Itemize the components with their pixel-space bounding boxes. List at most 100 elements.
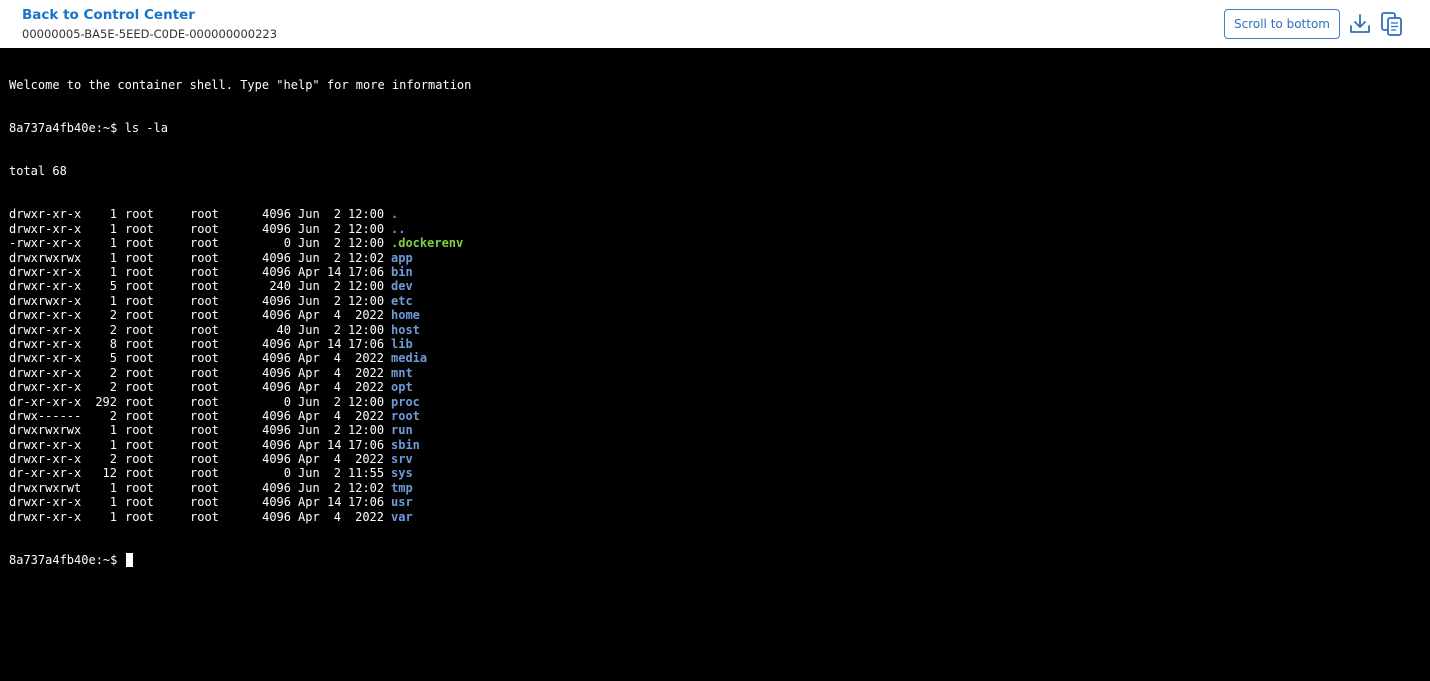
- entry-owner: root: [125, 279, 154, 294]
- entry-owner: root: [125, 236, 154, 251]
- entry-links: 1: [109, 495, 117, 510]
- entry-size: 4096: [262, 423, 291, 438]
- entry-time: 17:06: [348, 264, 385, 279]
- total-line: total 68: [9, 164, 67, 179]
- entry-time: 12:00: [348, 207, 385, 222]
- entry-size: 4096: [262, 509, 291, 524]
- entry-owner: root: [125, 322, 154, 337]
- entry-name: proc: [391, 394, 420, 409]
- entry-size: 4096: [262, 365, 291, 380]
- entry-owner: root: [125, 250, 154, 265]
- entry-permissions: -rwxr-xr-x: [9, 236, 82, 251]
- entry-group: root: [190, 408, 219, 423]
- entry-time: 2022: [355, 308, 384, 323]
- entry-owner: root: [125, 207, 154, 222]
- entry-links: 2: [109, 452, 117, 467]
- entry-time: 12:00: [348, 394, 385, 409]
- entry-name: host: [391, 322, 420, 337]
- entry-group: root: [190, 293, 219, 308]
- top-bar: Back to Control Center 00000005-BA5E-5EE…: [0, 0, 1430, 48]
- entry-month: Apr: [298, 264, 320, 279]
- entry-size: 40: [276, 322, 291, 337]
- scroll-to-bottom-button[interactable]: Scroll to bottom: [1224, 9, 1340, 39]
- entry-owner: root: [125, 380, 154, 395]
- entry-day: 14: [327, 437, 342, 452]
- entry-time: 2022: [355, 509, 384, 524]
- entry-links: 2: [109, 322, 117, 337]
- entry-links: 5: [109, 351, 117, 366]
- entry-month: Jun: [298, 480, 320, 495]
- entry-permissions: dr-xr-xr-x: [9, 466, 82, 481]
- entry-size: 4096: [262, 351, 291, 366]
- entry-permissions: drwxr-xr-x: [9, 207, 82, 222]
- entry-time: 12:00: [348, 221, 385, 236]
- entry-group: root: [190, 336, 219, 351]
- entry-group: root: [190, 236, 219, 251]
- entry-time: 2022: [355, 351, 384, 366]
- entry-day: 2: [333, 480, 341, 495]
- entry-month: Apr: [298, 437, 320, 452]
- entry-name: dev: [391, 279, 413, 294]
- entry-day: 14: [327, 336, 342, 351]
- entry-day: 2: [333, 207, 341, 222]
- entry-owner: root: [125, 466, 154, 481]
- entry-size: 4096: [262, 308, 291, 323]
- listing-row: drwxr-xr-x 5 root root 240 Jun 2 12:00 dev: [9, 279, 1430, 293]
- entry-day: 4: [333, 408, 341, 423]
- entry-month: Apr: [298, 408, 320, 423]
- entry-size: 4096: [262, 437, 291, 452]
- entry-permissions: drwxr-xr-x: [9, 308, 82, 323]
- entry-time: 12:00: [348, 423, 385, 438]
- entry-links: 1: [109, 221, 117, 236]
- terminal-output[interactable]: Welcome to the container shell. Type "he…: [0, 48, 1430, 681]
- entry-day: 4: [333, 509, 341, 524]
- directory-listing: drwxr-xr-x 1 root root 4096 Jun 2 12:00. drwxr-x…: [9, 207, 1430, 524]
- listing-row: dr-xr-xr-x 292 root root 0 Jun 2 12:00 proc: [9, 395, 1430, 409]
- download-button[interactable]: [1346, 10, 1374, 38]
- entry-group: root: [190, 322, 219, 337]
- entry-day: 4: [333, 365, 341, 380]
- prompt-line[interactable]: 8a737a4fb40e:~$: [9, 552, 1430, 567]
- back-to-control-center-link[interactable]: Back to Control Center: [22, 7, 195, 23]
- entry-links: 2: [109, 308, 117, 323]
- listing-row: drwxr-xr-x 1 root root 4096 Jun 2 12:00..: [9, 222, 1430, 236]
- entry-month: Jun: [298, 207, 320, 222]
- entry-name: ..: [391, 221, 406, 236]
- entry-name: sbin: [391, 437, 420, 452]
- entry-day: 4: [333, 308, 341, 323]
- entry-name: mnt: [391, 365, 413, 380]
- entry-group: root: [190, 250, 219, 265]
- listing-row: drwxrwxrwt 1 root root 4096 Jun 2 12:02 tmp: [9, 481, 1430, 495]
- entry-month: Jun: [298, 394, 320, 409]
- entry-size: 4096: [262, 408, 291, 423]
- entry-month: Jun: [298, 250, 320, 265]
- entry-name: usr: [391, 495, 413, 510]
- entry-permissions: drwxr-xr-x: [9, 380, 82, 395]
- entry-group: root: [190, 365, 219, 380]
- entry-permissions: drwxrwxrwt: [9, 480, 82, 495]
- entry-day: 2: [333, 322, 341, 337]
- entry-owner: root: [125, 452, 154, 467]
- entry-name: media: [391, 351, 428, 366]
- entry-links: 292: [95, 394, 117, 409]
- listing-row: drwxr-xr-x 8 root root 4096 Apr 14 17:06 lib: [9, 337, 1430, 351]
- entry-name: etc: [391, 293, 413, 308]
- entry-group: root: [190, 394, 219, 409]
- entry-permissions: drwxrwxr-x: [9, 293, 82, 308]
- container-id: 00000005-BA5E-5EED-C0DE-000000000223: [22, 27, 278, 41]
- listing-row: drwxr-xr-x 2 root root 4096 Apr 4 2022 mnt: [9, 366, 1430, 380]
- entry-owner: root: [125, 509, 154, 524]
- entry-group: root: [190, 509, 219, 524]
- entry-group: root: [190, 495, 219, 510]
- entry-day: 2: [333, 279, 341, 294]
- entry-time: 12:00: [348, 279, 385, 294]
- entry-owner: root: [125, 480, 154, 495]
- entry-links: 1: [109, 423, 117, 438]
- entry-size: 0: [283, 236, 291, 251]
- prompt: 8a737a4fb40e:~$: [9, 552, 125, 567]
- entry-permissions: drwxr-xr-x: [9, 351, 82, 366]
- entry-links: 1: [109, 509, 117, 524]
- copy-button[interactable]: [1378, 10, 1406, 38]
- entry-owner: root: [125, 264, 154, 279]
- entry-time: 12:00: [348, 322, 385, 337]
